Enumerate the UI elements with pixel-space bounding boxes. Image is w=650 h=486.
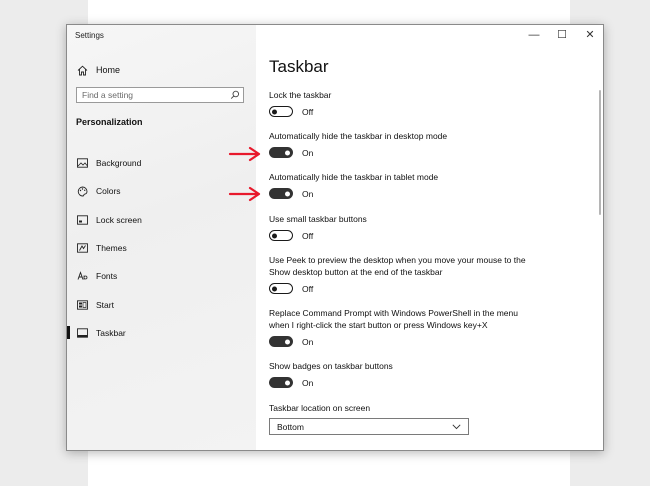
setting-powershell: Replace Command Prompt with Windows Powe… [269, 307, 529, 347]
powershell-toggle[interactable] [269, 336, 293, 347]
setting-label: Automatically hide the taskbar in deskto… [269, 131, 448, 141]
search-input[interactable] [77, 88, 228, 102]
setting-autohide-desktop: Automatically hide the taskbar in deskto… [269, 130, 529, 158]
sidebar-nav: Background Colors Lock screen Themes Fon… [67, 149, 256, 347]
sidebar-item-start[interactable]: Start [67, 290, 256, 318]
setting-label: Replace Command Prompt with Windows Powe… [269, 308, 518, 330]
sidebar-item-label: Home [96, 65, 121, 75]
setting-label: Use Peek to preview the desktop when you… [269, 255, 526, 277]
minimize-button[interactable]: — [521, 27, 547, 43]
toggle-state: Off [302, 283, 314, 294]
sidebar-item-label: Themes [96, 243, 127, 254]
setting-label: Automatically hide the taskbar in tablet… [269, 172, 439, 182]
small-buttons-toggle[interactable] [269, 230, 293, 241]
palette-icon [76, 185, 88, 197]
sidebar-item-label: Taskbar [96, 327, 126, 338]
window-title: Settings [75, 31, 104, 40]
setting-peek: Use Peek to preview the desktop when you… [269, 254, 529, 294]
autohide-tablet-toggle[interactable] [269, 188, 293, 199]
close-button[interactable]: ✕ [577, 27, 603, 43]
page-title: Taskbar [269, 57, 329, 76]
toggle-state: On [302, 188, 314, 199]
taskbar-icon [76, 327, 88, 339]
sidebar-item-fonts[interactable]: Fonts [67, 262, 256, 290]
chevron-down-icon [452, 422, 461, 432]
setting-lock-taskbar: Lock the taskbar Off [269, 89, 529, 117]
badges-toggle[interactable] [269, 377, 293, 388]
sidebar: Settings Home Personalization Background [67, 25, 256, 450]
toggle-state: On [302, 147, 314, 158]
setting-small-buttons: Use small taskbar buttons Off [269, 213, 529, 241]
fonts-icon [76, 270, 88, 282]
settings-window: Settings Home Personalization Background [66, 24, 604, 451]
dropdown-value: Bottom [277, 421, 304, 432]
toggle-state: Off [302, 230, 314, 241]
sidebar-item-label: Fonts [96, 271, 118, 282]
annotation-arrow-icon [228, 146, 261, 162]
toggle-state: Off [302, 106, 314, 117]
start-icon [76, 299, 88, 311]
taskbar-location-dropdown[interactable]: Bottom [269, 418, 469, 435]
search-box [76, 87, 244, 103]
scrollbar[interactable] [599, 90, 601, 215]
sidebar-section-label: Personalization [76, 117, 143, 127]
themes-icon [76, 242, 88, 254]
lock-taskbar-toggle[interactable] [269, 106, 293, 117]
background-icon [76, 157, 88, 169]
setting-label: Show badges on taskbar buttons [269, 361, 393, 371]
setting-location: Taskbar location on screen [269, 402, 529, 414]
search-icon[interactable] [227, 88, 243, 102]
toggle-state: On [302, 377, 314, 388]
lock-screen-icon [76, 214, 88, 226]
maximize-button[interactable]: ☐ [549, 27, 575, 43]
setting-label: Taskbar location on screen [269, 403, 371, 413]
sidebar-item-home[interactable]: Home [76, 62, 120, 78]
setting-autohide-tablet: Automatically hide the taskbar in tablet… [269, 171, 529, 199]
sidebar-item-lock-screen[interactable]: Lock screen [67, 206, 256, 234]
setting-badges: Show badges on taskbar buttons On [269, 360, 529, 388]
toggle-state: On [302, 336, 314, 347]
setting-label: Use small taskbar buttons [269, 214, 367, 224]
annotation-arrow-icon [228, 186, 261, 202]
sidebar-item-taskbar[interactable]: Taskbar [67, 319, 256, 347]
peek-toggle[interactable] [269, 283, 293, 294]
sidebar-item-themes[interactable]: Themes [67, 234, 256, 262]
autohide-desktop-toggle[interactable] [269, 147, 293, 158]
main-content: — ☐ ✕ Taskbar Lock the taskbar Off Autom… [256, 25, 603, 450]
sidebar-item-label: Lock screen [96, 214, 142, 225]
home-icon [76, 64, 88, 76]
setting-label: Lock the taskbar [269, 90, 332, 100]
sidebar-item-label: Start [96, 299, 114, 310]
sidebar-item-label: Background [96, 158, 142, 169]
sidebar-item-label: Colors [96, 186, 121, 197]
